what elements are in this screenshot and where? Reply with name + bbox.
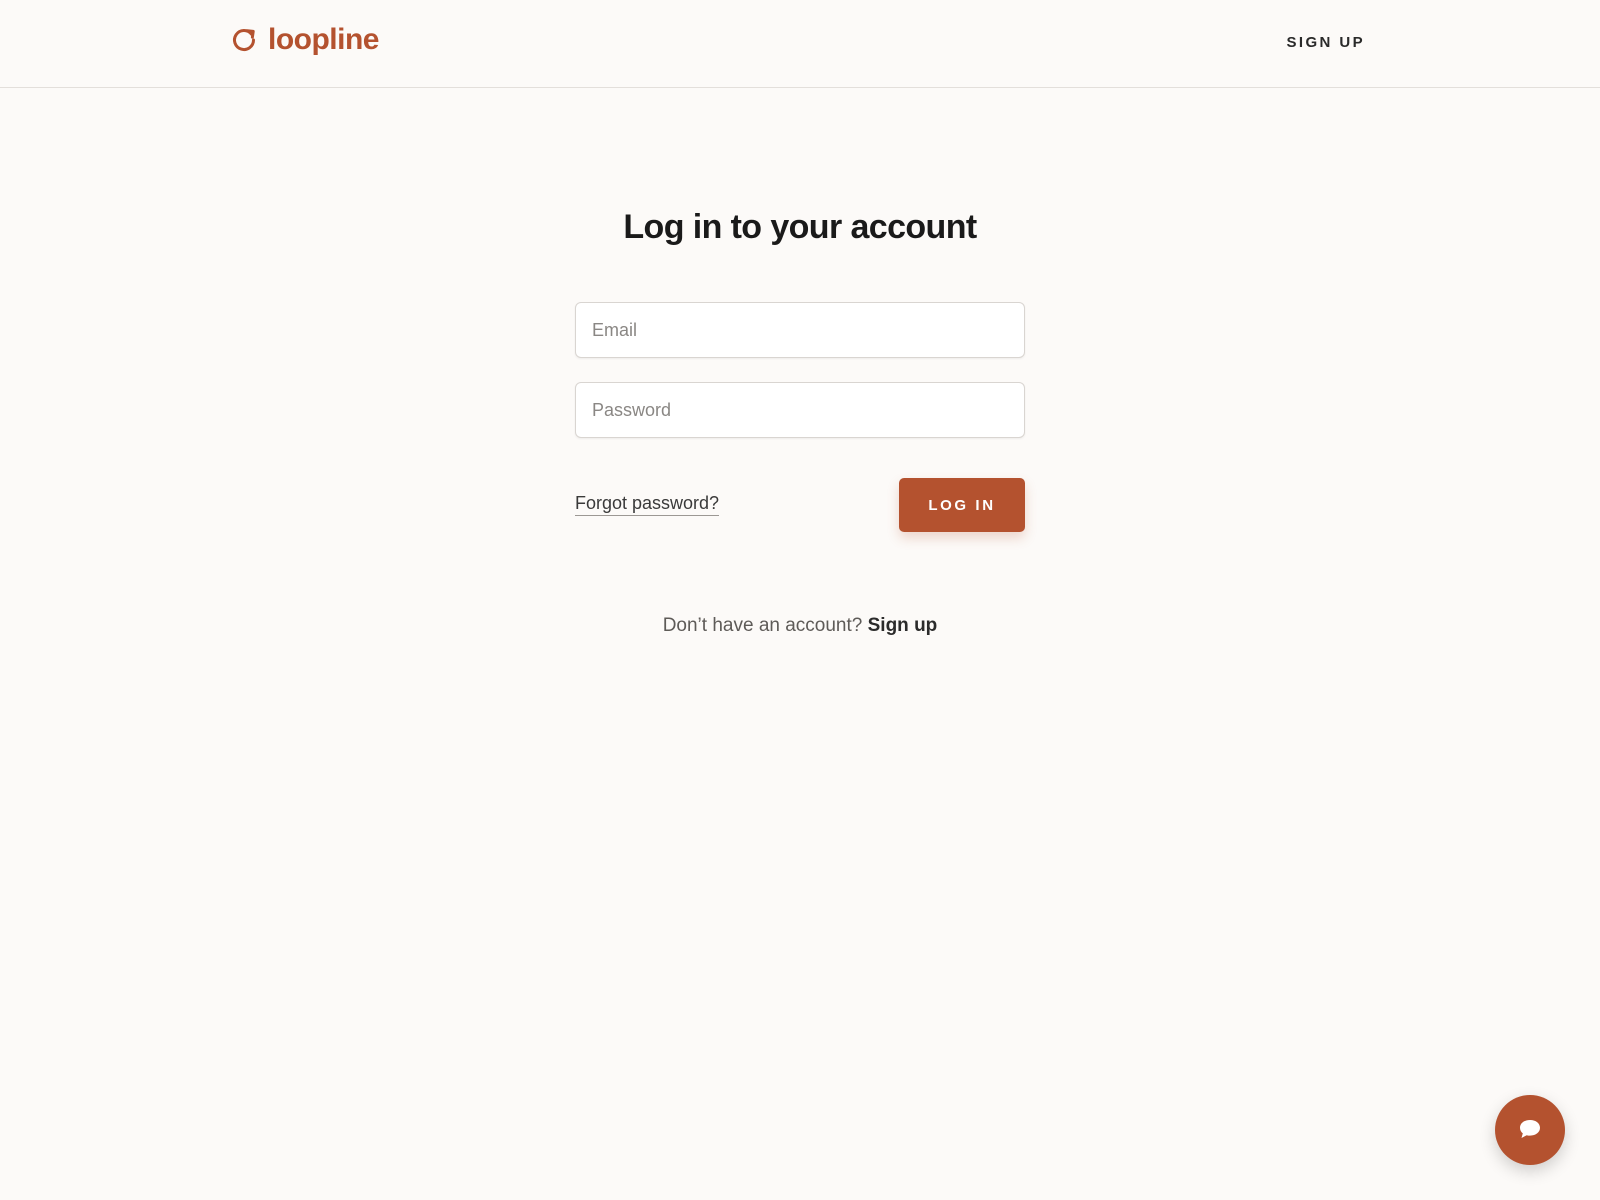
forgot-password-link[interactable]: Forgot password? xyxy=(575,493,720,516)
refresh-loop-icon xyxy=(230,26,258,54)
signup-prompt: Don’t have an account? Sign up xyxy=(0,615,1600,637)
password-field[interactable] xyxy=(575,382,1025,438)
signup-nav-link[interactable]: SIGN UP xyxy=(1287,34,1365,51)
page-title: Log in to your account xyxy=(623,208,977,246)
signup-prompt-text: Don’t have an account? xyxy=(662,615,863,636)
login-button[interactable]: LOG IN xyxy=(899,478,1025,532)
email-field[interactable] xyxy=(575,302,1025,358)
brand-logo[interactable]: loopline xyxy=(230,23,380,56)
brand-name: loopline xyxy=(268,23,380,56)
signup-link[interactable]: Sign up xyxy=(868,615,938,636)
chat-button[interactable] xyxy=(1495,1095,1565,1165)
top-bar: loopline SIGN UP xyxy=(0,0,1600,88)
chat-bubble-icon xyxy=(1516,1115,1544,1146)
